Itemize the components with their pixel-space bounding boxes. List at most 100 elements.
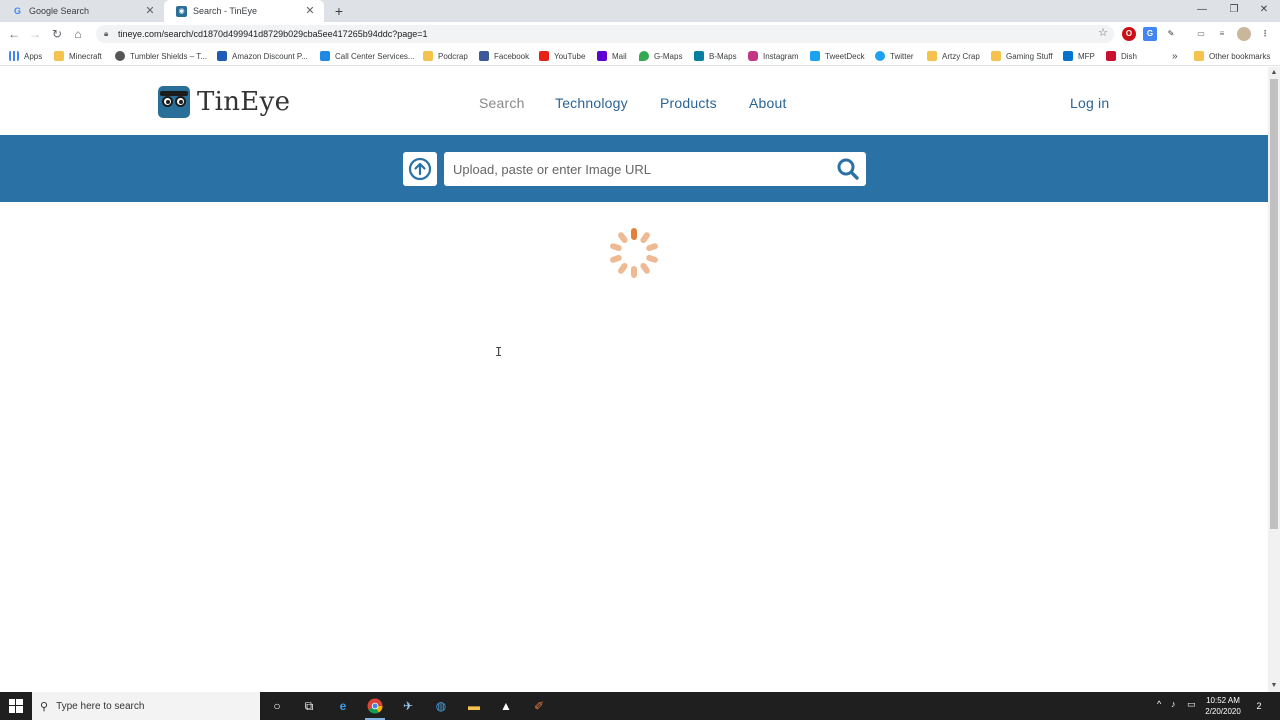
scroll-up-icon[interactable]: ▲: [1268, 67, 1280, 79]
tweetdeck-icon: [810, 51, 820, 61]
home-icon[interactable]: ⌂: [70, 26, 86, 42]
tab-title: Search - TinEye: [193, 6, 258, 16]
network-icon[interactable]: ▭: [1187, 699, 1196, 710]
scrollbar-thumb[interactable]: [1270, 79, 1278, 529]
globe-icon: [115, 51, 125, 61]
forward-icon[interactable]: →: [27, 26, 43, 42]
bookmark-item[interactable]: Amazon Discount P...: [217, 49, 308, 63]
magnifier-icon: [837, 158, 859, 180]
more-bookmarks-chevron[interactable]: »: [1172, 49, 1178, 63]
notification-count: 2: [1256, 701, 1262, 711]
page-scrollbar[interactable]: ▲ ▼: [1268, 67, 1280, 692]
youtube-icon: [539, 51, 549, 61]
bookmark-item[interactable]: TweetDeck: [810, 49, 865, 63]
bookmark-item[interactable]: Dish: [1106, 49, 1137, 63]
media-queue-icon[interactable]: ≡: [1215, 27, 1229, 41]
back-icon[interactable]: ←: [6, 26, 22, 42]
tray-chevron-icon[interactable]: ^: [1157, 699, 1161, 709]
nav-search[interactable]: Search: [479, 95, 525, 111]
robot-mascot-icon: [158, 86, 190, 118]
site-header: TinEye Search Technology Products About …: [0, 67, 1268, 135]
profile-avatar[interactable]: [1237, 27, 1251, 41]
image-url-input[interactable]: [444, 152, 866, 186]
bing-icon: [694, 51, 704, 61]
taskbar-search-box[interactable]: ⚲ Type here to search: [32, 692, 260, 720]
taskbar-clock[interactable]: 10:52 AM 2/20/2020: [1200, 695, 1246, 717]
cast-icon[interactable]: ▭: [1194, 27, 1208, 41]
google-icon: G: [13, 6, 21, 16]
bookmark-item[interactable]: Podcrap: [423, 49, 468, 63]
bookmark-item[interactable]: Apps: [9, 49, 42, 63]
edge-browser-icon[interactable]: e: [333, 696, 353, 716]
search-band: [0, 135, 1268, 202]
taskbar-search-placeholder: Type here to search: [56, 700, 145, 712]
translate-extension-icon[interactable]: G: [1143, 27, 1157, 41]
opera-extension-icon[interactable]: O: [1122, 27, 1136, 41]
nav-about[interactable]: About: [749, 95, 787, 111]
bookmark-item[interactable]: G-Maps: [639, 49, 682, 63]
login-link[interactable]: Log in: [1070, 95, 1109, 111]
instagram-icon: [748, 51, 758, 61]
spinner-segment: [618, 232, 628, 244]
folder-icon: [54, 51, 64, 61]
browser-tab-strip: G Google Search ✕ ◉ Search - TinEye ✕ + …: [0, 0, 1280, 22]
volume-icon[interactable]: ♪: [1171, 699, 1176, 709]
bookmark-item[interactable]: B-Maps: [694, 49, 737, 63]
cortana-icon[interactable]: ○: [267, 696, 287, 716]
minimize-icon[interactable]: —: [1186, 0, 1218, 22]
address-bar[interactable]: 🔒︎ tineye.com/search/cd1870d499941d8729b…: [96, 25, 1114, 43]
bookmark-item[interactable]: Tumbler Shields – T...: [115, 49, 207, 63]
folder-icon: [1194, 51, 1204, 61]
brand-name: TinEye: [197, 87, 291, 117]
bookmark-star-icon[interactable]: ☆: [1098, 26, 1108, 39]
close-tab-icon[interactable]: ✕: [304, 5, 316, 17]
photos-icon[interactable]: ▲: [496, 696, 516, 716]
spinner-segment: [646, 243, 658, 252]
loading-spinner-icon: [610, 228, 658, 278]
bookmark-item[interactable]: Facebook: [479, 49, 529, 63]
nav-technology[interactable]: Technology: [555, 95, 628, 111]
pen-extension-icon[interactable]: ✎: [1164, 27, 1178, 41]
search-icon: ⚲: [40, 700, 49, 713]
tab-google-search[interactable]: G Google Search ✕: [0, 0, 164, 22]
restore-icon[interactable]: ❐: [1218, 0, 1250, 22]
app-icon-pen[interactable]: ✐: [529, 696, 549, 716]
close-window-icon[interactable]: ✕: [1248, 0, 1280, 22]
bookmark-item[interactable]: Mail: [597, 49, 627, 63]
app-icon-blue[interactable]: ✈: [398, 696, 418, 716]
bookmark-item[interactable]: Call Center Services...: [320, 49, 415, 63]
close-tab-icon[interactable]: ✕: [144, 5, 156, 17]
spinner-segment: [610, 254, 622, 263]
tab-tineye-search[interactable]: ◉ Search - TinEye ✕: [164, 0, 324, 22]
folder-icon: [423, 51, 433, 61]
tab-title: Google Search: [29, 6, 90, 16]
spinner-segment: [640, 232, 650, 244]
dish-icon: [1106, 51, 1116, 61]
notification-center-icon[interactable]: 2: [1251, 698, 1267, 714]
bookmark-item[interactable]: Twitter: [875, 49, 914, 63]
windows-taskbar: ⚲ Type here to search ○ ⧉ e ✈ ◍ ▬ ▲ ✐ ^ …: [0, 692, 1280, 720]
upload-button[interactable]: [403, 152, 437, 186]
lock-icon: 🔒︎: [104, 29, 109, 38]
n-logo-icon: [217, 51, 227, 61]
new-tab-button[interactable]: +: [331, 3, 347, 19]
other-bookmarks[interactable]: Other bookmarks: [1194, 49, 1270, 63]
bookmark-item[interactable]: Artzy Crap: [927, 49, 980, 63]
bookmark-item[interactable]: Minecraft: [54, 49, 102, 63]
bookmark-item[interactable]: YouTube: [539, 49, 585, 63]
tineye-logo[interactable]: TinEye: [158, 86, 290, 118]
nav-products[interactable]: Products: [660, 95, 717, 111]
scroll-down-icon[interactable]: ▼: [1268, 680, 1280, 692]
menu-kebab-icon[interactable]: ⋮: [1258, 27, 1272, 41]
bookmarks-bar: Apps Minecraft Tumbler Shields – T... Am…: [0, 46, 1280, 66]
reload-icon[interactable]: ↻: [49, 26, 65, 42]
search-button[interactable]: [834, 156, 862, 182]
task-view-icon[interactable]: ⧉: [299, 696, 319, 716]
bookmark-item[interactable]: MFP: [1063, 49, 1095, 63]
bookmark-item[interactable]: Gaming Stuff: [991, 49, 1053, 63]
chrome-browser-icon[interactable]: [365, 696, 385, 720]
windows-start-icon[interactable]: [0, 692, 32, 720]
bookmark-item[interactable]: Instagram: [748, 49, 799, 63]
app-icon-circle[interactable]: ◍: [431, 696, 451, 716]
file-explorer-icon[interactable]: ▬: [464, 696, 484, 716]
